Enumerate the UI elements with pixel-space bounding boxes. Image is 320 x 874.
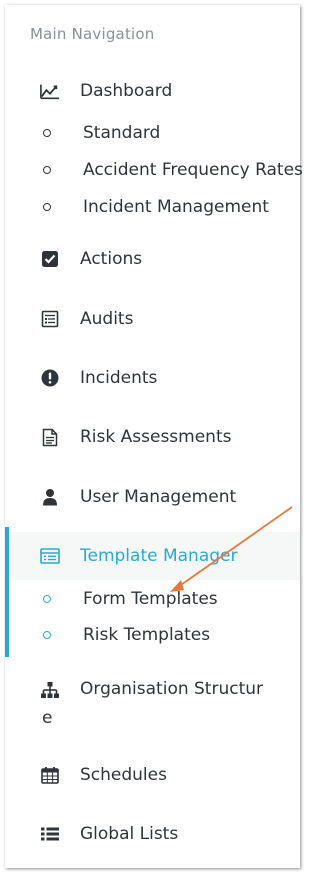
sidebar-item-label: Incidents bbox=[80, 368, 158, 388]
audit-list-icon bbox=[40, 309, 60, 329]
sidebar-item-label: Actions bbox=[80, 249, 143, 269]
sidebar-item-label: Global Lists bbox=[80, 824, 179, 844]
sidebar-subitem-standard[interactable]: Standard bbox=[5, 118, 300, 148]
sidebar-subitem-label: Standard bbox=[83, 123, 161, 143]
sidebar-item-label: Dashboard bbox=[80, 81, 173, 101]
sidebar-item-organisation-structure[interactable]: Organisation Structur e bbox=[5, 668, 300, 732]
sidebar-subitem-label: Incident Management bbox=[83, 197, 269, 217]
sidebar-item-user-management[interactable]: User Management bbox=[5, 477, 300, 517]
sidebar-item-audits[interactable]: Audits bbox=[5, 299, 300, 339]
sidebar-subitem-form-templates[interactable]: Form Templates bbox=[5, 584, 300, 614]
sidebar-subitem-label: Risk Templates bbox=[83, 625, 211, 645]
circle-bullet-icon bbox=[43, 129, 51, 137]
document-icon bbox=[40, 427, 60, 447]
sidebar-panel: Main Navigation Dashboard Standard Accid… bbox=[5, 5, 303, 868]
sidebar-item-label: Schedules bbox=[80, 765, 167, 785]
line-chart-icon bbox=[40, 81, 60, 101]
sidebar-item-label: Risk Assessments bbox=[80, 427, 232, 447]
section-title: Main Navigation bbox=[30, 25, 155, 43]
sidebar-subitem-label: Accident Frequency Rates bbox=[83, 160, 303, 180]
sidebar-subitem-accident-frequency-rates[interactable]: Accident Frequency Rates bbox=[5, 155, 303, 185]
sidebar-subitem-risk-templates[interactable]: Risk Templates bbox=[5, 620, 300, 650]
sidebar-subitem-incident-management[interactable]: Incident Management bbox=[5, 192, 300, 222]
user-icon bbox=[40, 487, 60, 507]
sidebar-item-label: Organisation Structur bbox=[80, 679, 264, 699]
sidebar-item-schedules[interactable]: Schedules bbox=[5, 755, 300, 795]
sidebar-item-actions[interactable]: Actions bbox=[5, 239, 300, 279]
sidebar-item-label: Template Manager bbox=[80, 546, 238, 566]
sidebar-subitem-label: Form Templates bbox=[83, 589, 218, 609]
check-square-icon bbox=[40, 249, 60, 269]
sidebar-item-global-lists[interactable]: Global Lists bbox=[5, 814, 300, 854]
sidebar-item-template-manager[interactable]: Template Manager bbox=[5, 532, 300, 580]
circle-bullet-icon bbox=[43, 595, 51, 603]
active-indicator-bar bbox=[5, 527, 9, 657]
calendar-icon bbox=[40, 765, 60, 785]
sidebar-item-incidents[interactable]: Incidents bbox=[5, 358, 300, 398]
sidebar-item-label-wrap: e bbox=[42, 708, 53, 728]
template-list-icon bbox=[40, 546, 60, 566]
circle-bullet-icon bbox=[43, 203, 51, 211]
sidebar-item-label: User Management bbox=[80, 487, 237, 507]
sidebar-item-dashboard[interactable]: Dashboard bbox=[5, 71, 300, 111]
circle-bullet-icon bbox=[43, 631, 51, 639]
list-icon bbox=[40, 824, 60, 844]
circle-bullet-icon bbox=[43, 166, 51, 174]
sidebar-item-label: Audits bbox=[80, 309, 134, 329]
exclamation-circle-icon bbox=[40, 368, 60, 388]
sitemap-icon bbox=[40, 680, 60, 700]
sidebar-item-risk-assessments[interactable]: Risk Assessments bbox=[5, 417, 300, 457]
